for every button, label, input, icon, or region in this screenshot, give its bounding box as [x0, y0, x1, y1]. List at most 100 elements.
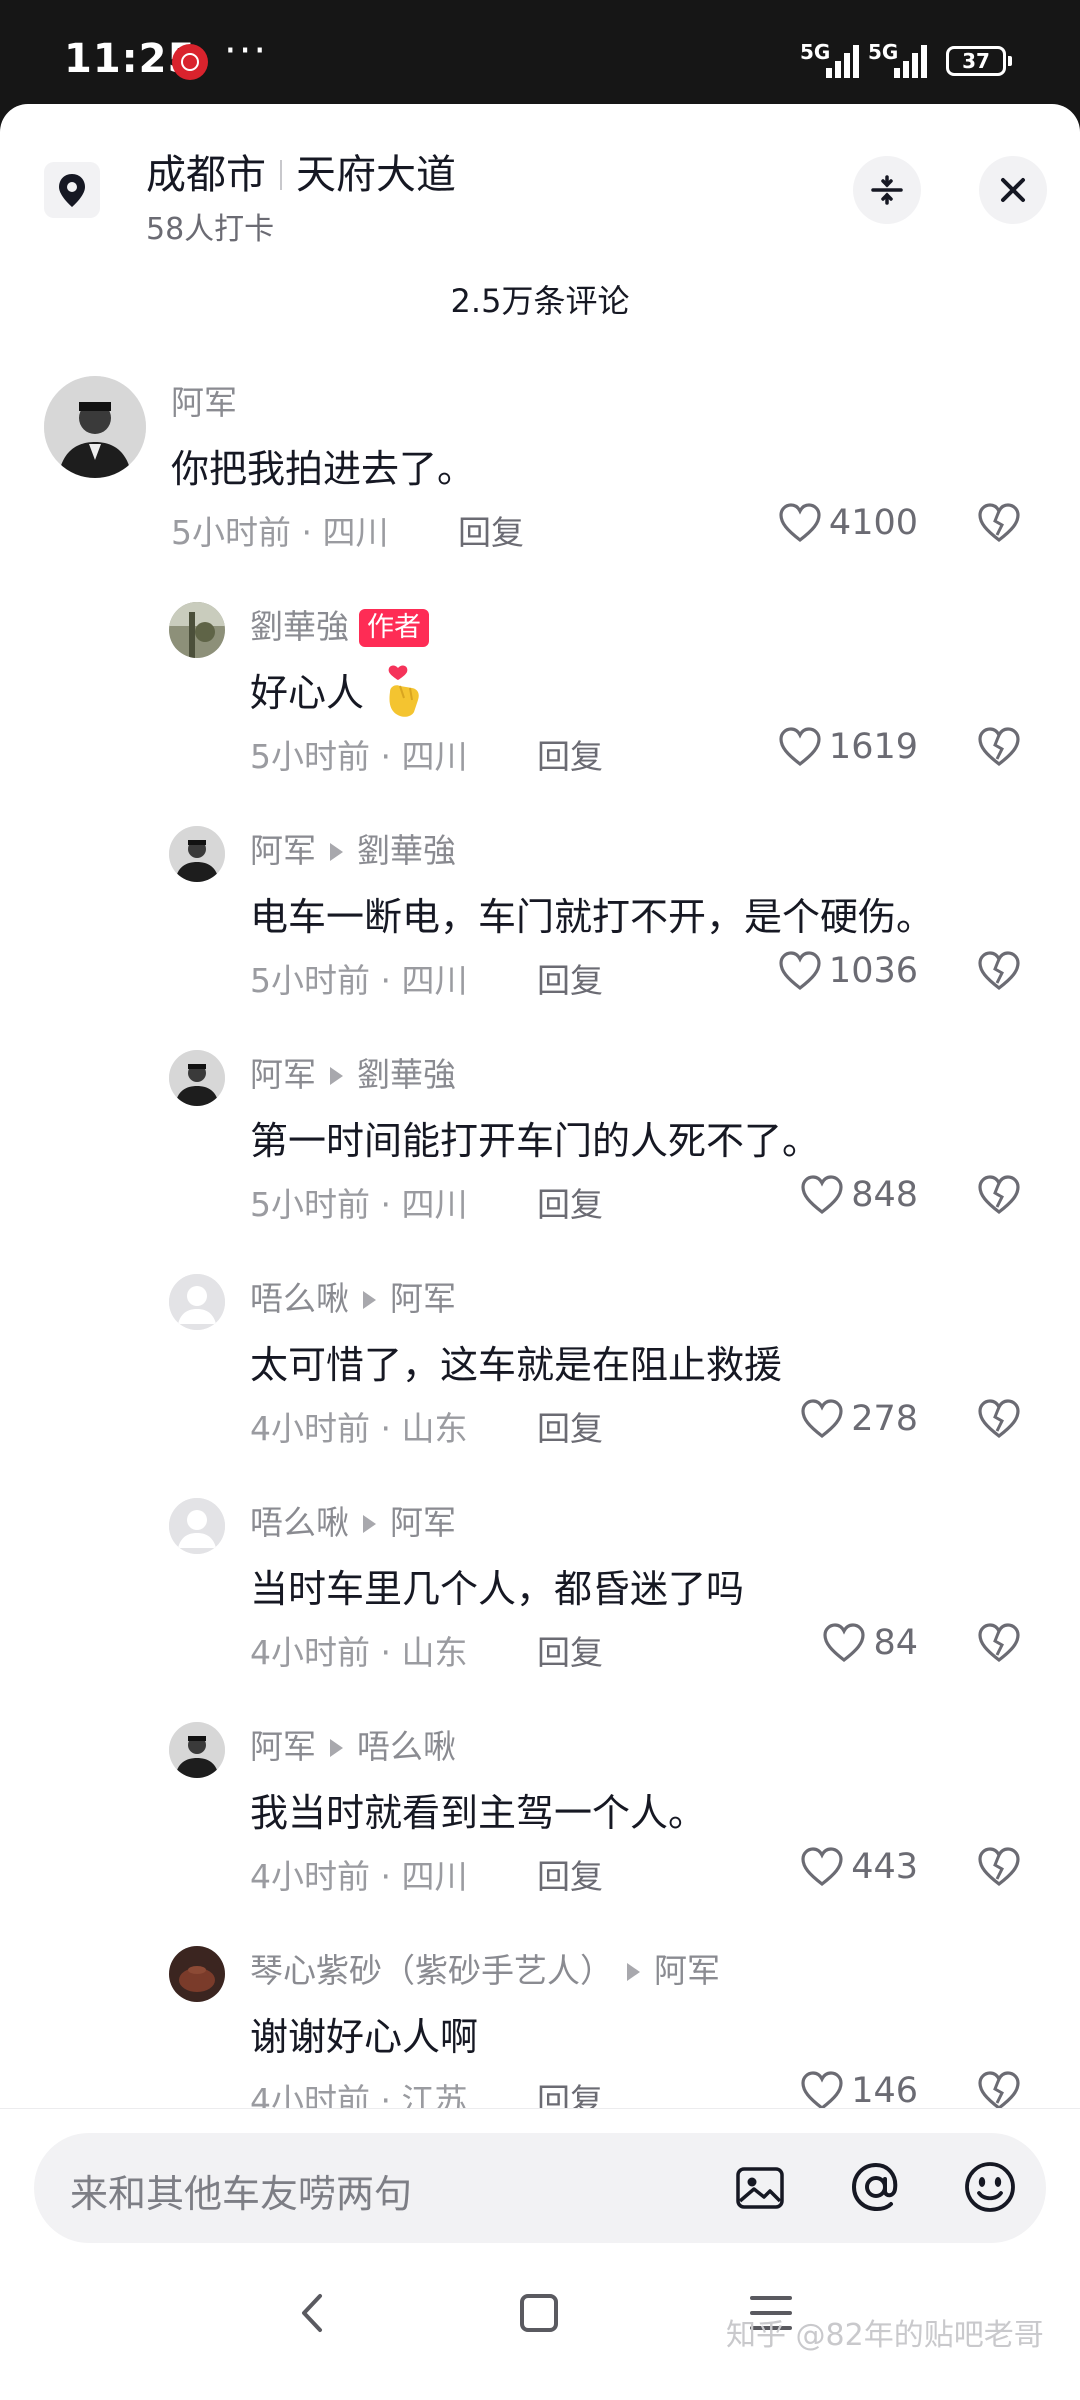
comment-author[interactable]: 阿军 劉華強: [250, 1048, 456, 1096]
reply-button[interactable]: 回复: [537, 1626, 603, 1674]
like-count: 848: [851, 1175, 918, 1215]
watermark: 知乎 @82年的贴吧老哥: [726, 2318, 1044, 2353]
like-button[interactable]: 84: [821, 1622, 918, 1664]
location-city: 成都市: [146, 152, 266, 198]
heart-icon: [801, 2071, 843, 2111]
status-bar: 11:25 ··· 5G 5G 37: [0, 0, 1080, 104]
comment-text: 当时车里几个人，都昏迷了吗: [250, 1567, 745, 1611]
author-name: 劉華強: [250, 607, 349, 646]
comment-text: 你把我拍进去了。: [171, 447, 476, 491]
like-button[interactable]: 4100: [777, 502, 918, 544]
comment-author[interactable]: 琴心紫砂（紫砂手艺人） 阿军: [250, 1944, 720, 1992]
like-count: 278: [851, 1399, 918, 1439]
comment-author[interactable]: 阿军: [171, 376, 237, 424]
comment-author[interactable]: 阿军 唔么啾: [250, 1720, 456, 1768]
avatar[interactable]: [169, 1946, 225, 2002]
back-nav-icon[interactable]: [286, 2286, 340, 2340]
reply-to-name: 劉華強: [357, 1055, 456, 1094]
avatar[interactable]: [169, 602, 225, 658]
avatar[interactable]: [169, 826, 225, 882]
comment-author[interactable]: 唔么啾 阿军: [250, 1272, 456, 1320]
reply-button[interactable]: 回复: [537, 1402, 603, 1450]
mention-icon[interactable]: [844, 2155, 908, 2219]
reply-button[interactable]: 回复: [537, 954, 603, 1002]
avatar[interactable]: [44, 376, 146, 478]
dislike-button[interactable]: [976, 1846, 1022, 1888]
avatar[interactable]: [169, 1274, 225, 1330]
location-pin-icon[interactable]: [44, 162, 100, 218]
reply-to-name: 阿军: [654, 1951, 720, 1990]
like-button[interactable]: 1619: [777, 726, 918, 768]
comment-text: 我当时就看到主驾一个人。: [250, 1791, 707, 1835]
like-button[interactable]: 443: [799, 1846, 918, 1888]
author-name: 唔么啾: [250, 1503, 349, 1542]
comment-author[interactable]: 劉華強 作者: [250, 600, 429, 648]
comment-time-location: 5小时前 · 四川: [171, 513, 389, 552]
comment-input[interactable]: 来和其他车友唠两句: [34, 2133, 1046, 2243]
dislike-button[interactable]: [976, 1174, 1022, 1216]
comment-time-location: 5小时前 · 四川: [250, 961, 468, 1000]
close-button[interactable]: [979, 156, 1047, 224]
location-title[interactable]: 成都市 天府大道: [146, 142, 456, 200]
heart-icon: [801, 1399, 843, 1439]
comment-item: 唔么啾 阿军 太可惜了，这车就是在阻止救援 4小时前 · 山东 回复 278: [0, 1262, 1080, 1486]
reply-arrow-icon: [363, 1291, 376, 1309]
reply-button[interactable]: 回复: [537, 1850, 603, 1898]
avatar[interactable]: [169, 1722, 225, 1778]
battery-icon: 37: [946, 46, 1012, 76]
reply-button[interactable]: 回复: [458, 506, 524, 554]
like-count: 1036: [828, 951, 918, 991]
home-nav-icon[interactable]: [512, 2286, 566, 2340]
dislike-button[interactable]: [976, 502, 1022, 544]
reply-arrow-icon: [330, 1739, 343, 1757]
like-button[interactable]: 146: [799, 2070, 918, 2112]
comment-item: 唔么啾 阿军 当时车里几个人，都昏迷了吗 4小时前 · 山东 回复 84: [0, 1486, 1080, 1710]
comment-time-location: 4小时前 · 山东: [250, 1409, 468, 1448]
like-button[interactable]: 278: [799, 1398, 918, 1440]
comment-text-content: 好心人: [250, 671, 365, 715]
checkin-count: 58人打卡: [146, 212, 275, 247]
comment-text: 电车一断电，车门就打不开，是个硬伤。: [250, 895, 935, 939]
dislike-button[interactable]: [976, 2070, 1022, 2112]
comment-item: 阿军 你把我拍进去了。 5小时前 · 四川 回复 4100: [0, 366, 1080, 590]
author-name: 阿军: [250, 831, 316, 870]
like-button[interactable]: 1036: [777, 950, 918, 992]
dislike-button[interactable]: [976, 950, 1022, 992]
image-icon[interactable]: [728, 2155, 792, 2219]
reply-button[interactable]: 回复: [537, 730, 603, 778]
comment-count: 2.5万条评论: [450, 282, 630, 320]
comment-item: 阿军 劉華強 第一时间能打开车门的人死不了。 5小时前 · 四川 回复 848: [0, 1038, 1080, 1262]
dislike-button[interactable]: [976, 1398, 1022, 1440]
emoji-icon[interactable]: [958, 2155, 1022, 2219]
comment-item: 阿军 唔么啾 我当时就看到主驾一个人。 4小时前 · 四川 回复 443: [0, 1710, 1080, 1934]
reply-arrow-icon: [363, 1515, 376, 1533]
close-icon: [1001, 178, 1025, 202]
dislike-button[interactable]: [976, 1622, 1022, 1664]
avatar[interactable]: [169, 1050, 225, 1106]
like-count: 1619: [828, 727, 918, 767]
comment-input-bar: 来和其他车友唠两句: [0, 2108, 1080, 2259]
avatar[interactable]: [169, 1498, 225, 1554]
reply-to-name: 唔么啾: [357, 1727, 456, 1766]
like-count: 4100: [828, 503, 918, 543]
reply-to-name: 阿军: [390, 1503, 456, 1542]
finger-heart-emoji-icon: [388, 665, 419, 717]
like-button[interactable]: 848: [799, 1174, 918, 1216]
author-name: 阿军: [250, 1727, 316, 1766]
reply-button[interactable]: 回复: [537, 1178, 603, 1226]
comment-time-location: 4小时前 · 四川: [250, 1857, 468, 1896]
comment-author[interactable]: 唔么啾 阿军: [250, 1496, 456, 1544]
dislike-button[interactable]: [976, 726, 1022, 768]
collapse-button[interactable]: [853, 156, 921, 224]
reply-arrow-icon: [330, 1067, 343, 1085]
signal-strength-icon-1: [826, 44, 862, 78]
reply-to-name: 阿军: [390, 1279, 456, 1318]
like-count: 84: [873, 1623, 918, 1663]
reply-arrow-icon: [627, 1963, 640, 1981]
title-divider: [280, 160, 282, 190]
comment-text: 太可惜了，这车就是在阻止救援: [250, 1343, 783, 1387]
comment-author[interactable]: 阿军 劉華強: [250, 824, 456, 872]
comment-sheet: 成都市 天府大道 58人打卡 2.5万条评论 阿军 你把我拍进去了。 5小时前 …: [0, 104, 1080, 2400]
like-count: 443: [851, 1847, 918, 1887]
author-name: 唔么啾: [250, 1279, 349, 1318]
